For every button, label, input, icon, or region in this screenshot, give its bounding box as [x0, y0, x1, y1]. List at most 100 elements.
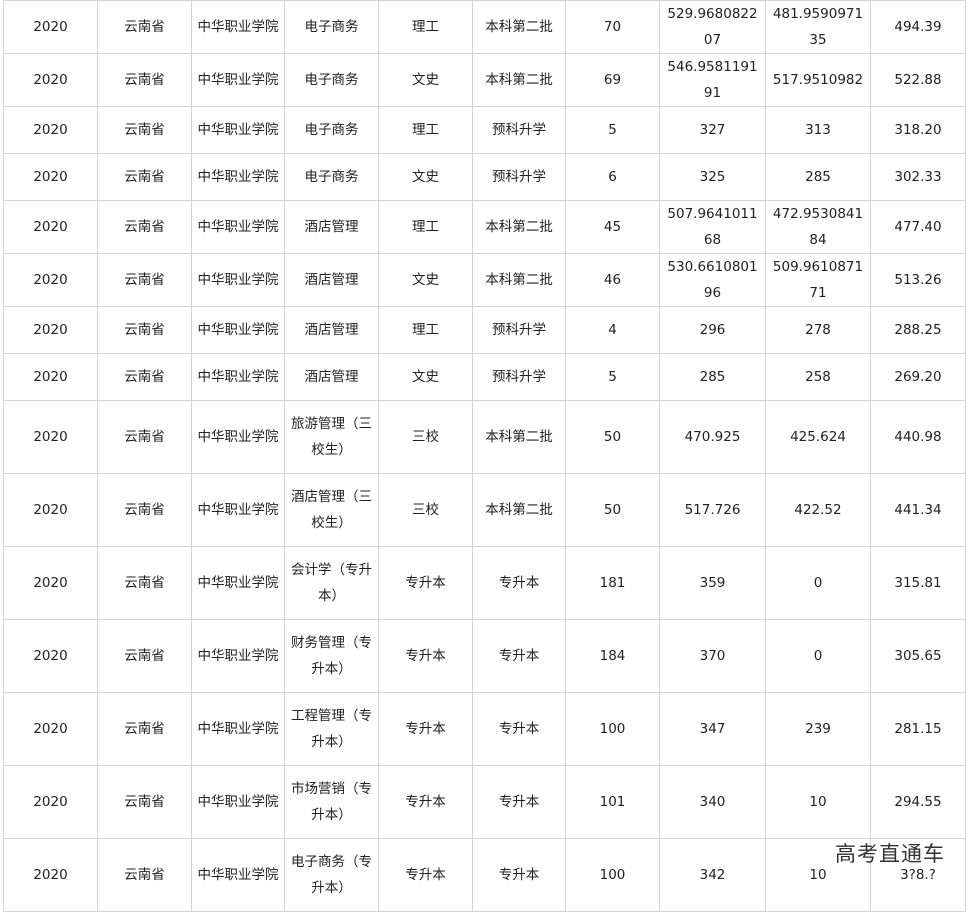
- school-cell: 中华职业学院: [191, 0, 285, 54]
- batch-cell: 专升本: [472, 765, 566, 839]
- min-score-cell: 517.9510982: [765, 53, 871, 107]
- school-cell: 中华职业学院: [191, 546, 285, 620]
- batch-cell: 本科第二批: [472, 53, 566, 107]
- batch-cell: 专升本: [472, 546, 566, 620]
- major-cell: 工程管理（专升本）: [284, 692, 379, 766]
- category-cell: 专升本: [378, 546, 473, 620]
- admission-table: 2020 云南省 中华职业学院 电子商务 理工 本科第二批 70 529.968082207 4…: [3, 0, 966, 912]
- max-score-cell: 325: [659, 153, 766, 201]
- min-score-cell: 481.959097135: [765, 0, 871, 54]
- batch-cell: 本科第二批: [472, 253, 566, 307]
- province-cell: 云南省: [97, 53, 192, 107]
- batch-cell: 本科第二批: [472, 473, 566, 547]
- avg-score-cell: 294.55: [870, 765, 966, 839]
- school-cell: 中华职业学院: [191, 200, 285, 254]
- province-cell: 云南省: [97, 253, 192, 307]
- major-cell: 旅游管理（三校生）: [284, 400, 379, 474]
- category-cell: 文史: [378, 253, 473, 307]
- year-cell: 2020: [3, 306, 98, 354]
- major-cell: 电子商务: [284, 153, 379, 201]
- max-score-cell: 546.958119191: [659, 53, 766, 107]
- school-cell: 中华职业学院: [191, 692, 285, 766]
- category-cell: 文史: [378, 153, 473, 201]
- table-row: 2020 云南省 中华职业学院 电子商务 文史 本科第二批 69 546.958119191 5…: [3, 53, 966, 107]
- avg-score-cell: 477.40: [870, 200, 966, 254]
- table-row: 2020 云南省 中华职业学院 财务管理（专升本） 专升本 专升本 184 370 0 305.6…: [3, 619, 966, 693]
- category-cell: 理工: [378, 306, 473, 354]
- province-cell: 云南省: [97, 473, 192, 547]
- plan-count-cell: 69: [565, 53, 660, 107]
- avg-score-cell: 441.34: [870, 473, 966, 547]
- year-cell: 2020: [3, 400, 98, 474]
- table-row: 2020 云南省 中华职业学院 酒店管理 文史 预科升学 5 285 258 269.20: [3, 353, 966, 401]
- batch-cell: 本科第二批: [472, 400, 566, 474]
- avg-score-cell: 494.39: [870, 0, 966, 54]
- batch-cell: 预科升学: [472, 353, 566, 401]
- max-score-cell: 359: [659, 546, 766, 620]
- category-cell: 专升本: [378, 838, 473, 912]
- plan-count-cell: 181: [565, 546, 660, 620]
- plan-count-cell: 46: [565, 253, 660, 307]
- major-cell: 电子商务: [284, 106, 379, 154]
- major-cell: 酒店管理: [284, 353, 379, 401]
- province-cell: 云南省: [97, 838, 192, 912]
- category-cell: 理工: [378, 106, 473, 154]
- max-score-cell: 342: [659, 838, 766, 912]
- year-cell: 2020: [3, 473, 98, 547]
- min-score-cell: 285: [765, 153, 871, 201]
- major-cell: 市场营销（专升本）: [284, 765, 379, 839]
- avg-score-cell: 513.26: [870, 253, 966, 307]
- batch-cell: 专升本: [472, 838, 566, 912]
- min-score-cell: 509.961087171: [765, 253, 871, 307]
- school-cell: 中华职业学院: [191, 473, 285, 547]
- major-cell: 酒店管理: [284, 306, 379, 354]
- plan-count-cell: 50: [565, 400, 660, 474]
- province-cell: 云南省: [97, 619, 192, 693]
- year-cell: 2020: [3, 765, 98, 839]
- batch-cell: 预科升学: [472, 106, 566, 154]
- year-cell: 2020: [3, 200, 98, 254]
- category-cell: 专升本: [378, 765, 473, 839]
- avg-score-cell: 305.65: [870, 619, 966, 693]
- year-cell: 2020: [3, 153, 98, 201]
- batch-cell: 专升本: [472, 692, 566, 766]
- batch-cell: 专升本: [472, 619, 566, 693]
- plan-count-cell: 100: [565, 838, 660, 912]
- plan-count-cell: 45: [565, 200, 660, 254]
- year-cell: 2020: [3, 106, 98, 154]
- school-cell: 中华职业学院: [191, 306, 285, 354]
- category-cell: 文史: [378, 53, 473, 107]
- major-cell: 酒店管理（三校生）: [284, 473, 379, 547]
- major-cell: 电子商务: [284, 53, 379, 107]
- table-row: 2020 云南省 中华职业学院 电子商务 文史 预科升学 6 325 285 302.33: [3, 153, 966, 201]
- plan-count-cell: 184: [565, 619, 660, 693]
- table-row: 2020 云南省 中华职业学院 酒店管理 理工 预科升学 4 296 278 288.25: [3, 306, 966, 354]
- table-row: 2020 云南省 中华职业学院 电子商务 理工 本科第二批 70 529.968082207 4…: [3, 0, 966, 54]
- province-cell: 云南省: [97, 765, 192, 839]
- school-cell: 中华职业学院: [191, 53, 285, 107]
- table-row: 2020 云南省 中华职业学院 酒店管理（三校生） 三校 本科第二批 50 517.726 42…: [3, 473, 966, 547]
- max-score-cell: 529.968082207: [659, 0, 766, 54]
- avg-score-cell: 288.25: [870, 306, 966, 354]
- min-score-cell: 472.953084184: [765, 200, 871, 254]
- table-row: 2020 云南省 中华职业学院 会计学（专升本） 专升本 专升本 181 359 0 315.81: [3, 546, 966, 620]
- province-cell: 云南省: [97, 400, 192, 474]
- avg-score-cell: 522.88: [870, 53, 966, 107]
- year-cell: 2020: [3, 0, 98, 54]
- max-score-cell: 347: [659, 692, 766, 766]
- max-score-cell: 296: [659, 306, 766, 354]
- batch-cell: 本科第二批: [472, 0, 566, 54]
- batch-cell: 预科升学: [472, 153, 566, 201]
- min-score-cell: 0: [765, 619, 871, 693]
- school-cell: 中华职业学院: [191, 400, 285, 474]
- school-cell: 中华职业学院: [191, 106, 285, 154]
- province-cell: 云南省: [97, 306, 192, 354]
- max-score-cell: 530.661080196: [659, 253, 766, 307]
- table-row: 2020 云南省 中华职业学院 酒店管理 文史 本科第二批 46 530.661080196 5…: [3, 253, 966, 307]
- plan-count-cell: 100: [565, 692, 660, 766]
- plan-count-cell: 6: [565, 153, 660, 201]
- school-cell: 中华职业学院: [191, 838, 285, 912]
- major-cell: 电子商务（专升本）: [284, 838, 379, 912]
- min-score-cell: 278: [765, 306, 871, 354]
- avg-score-cell: 318.20: [870, 106, 966, 154]
